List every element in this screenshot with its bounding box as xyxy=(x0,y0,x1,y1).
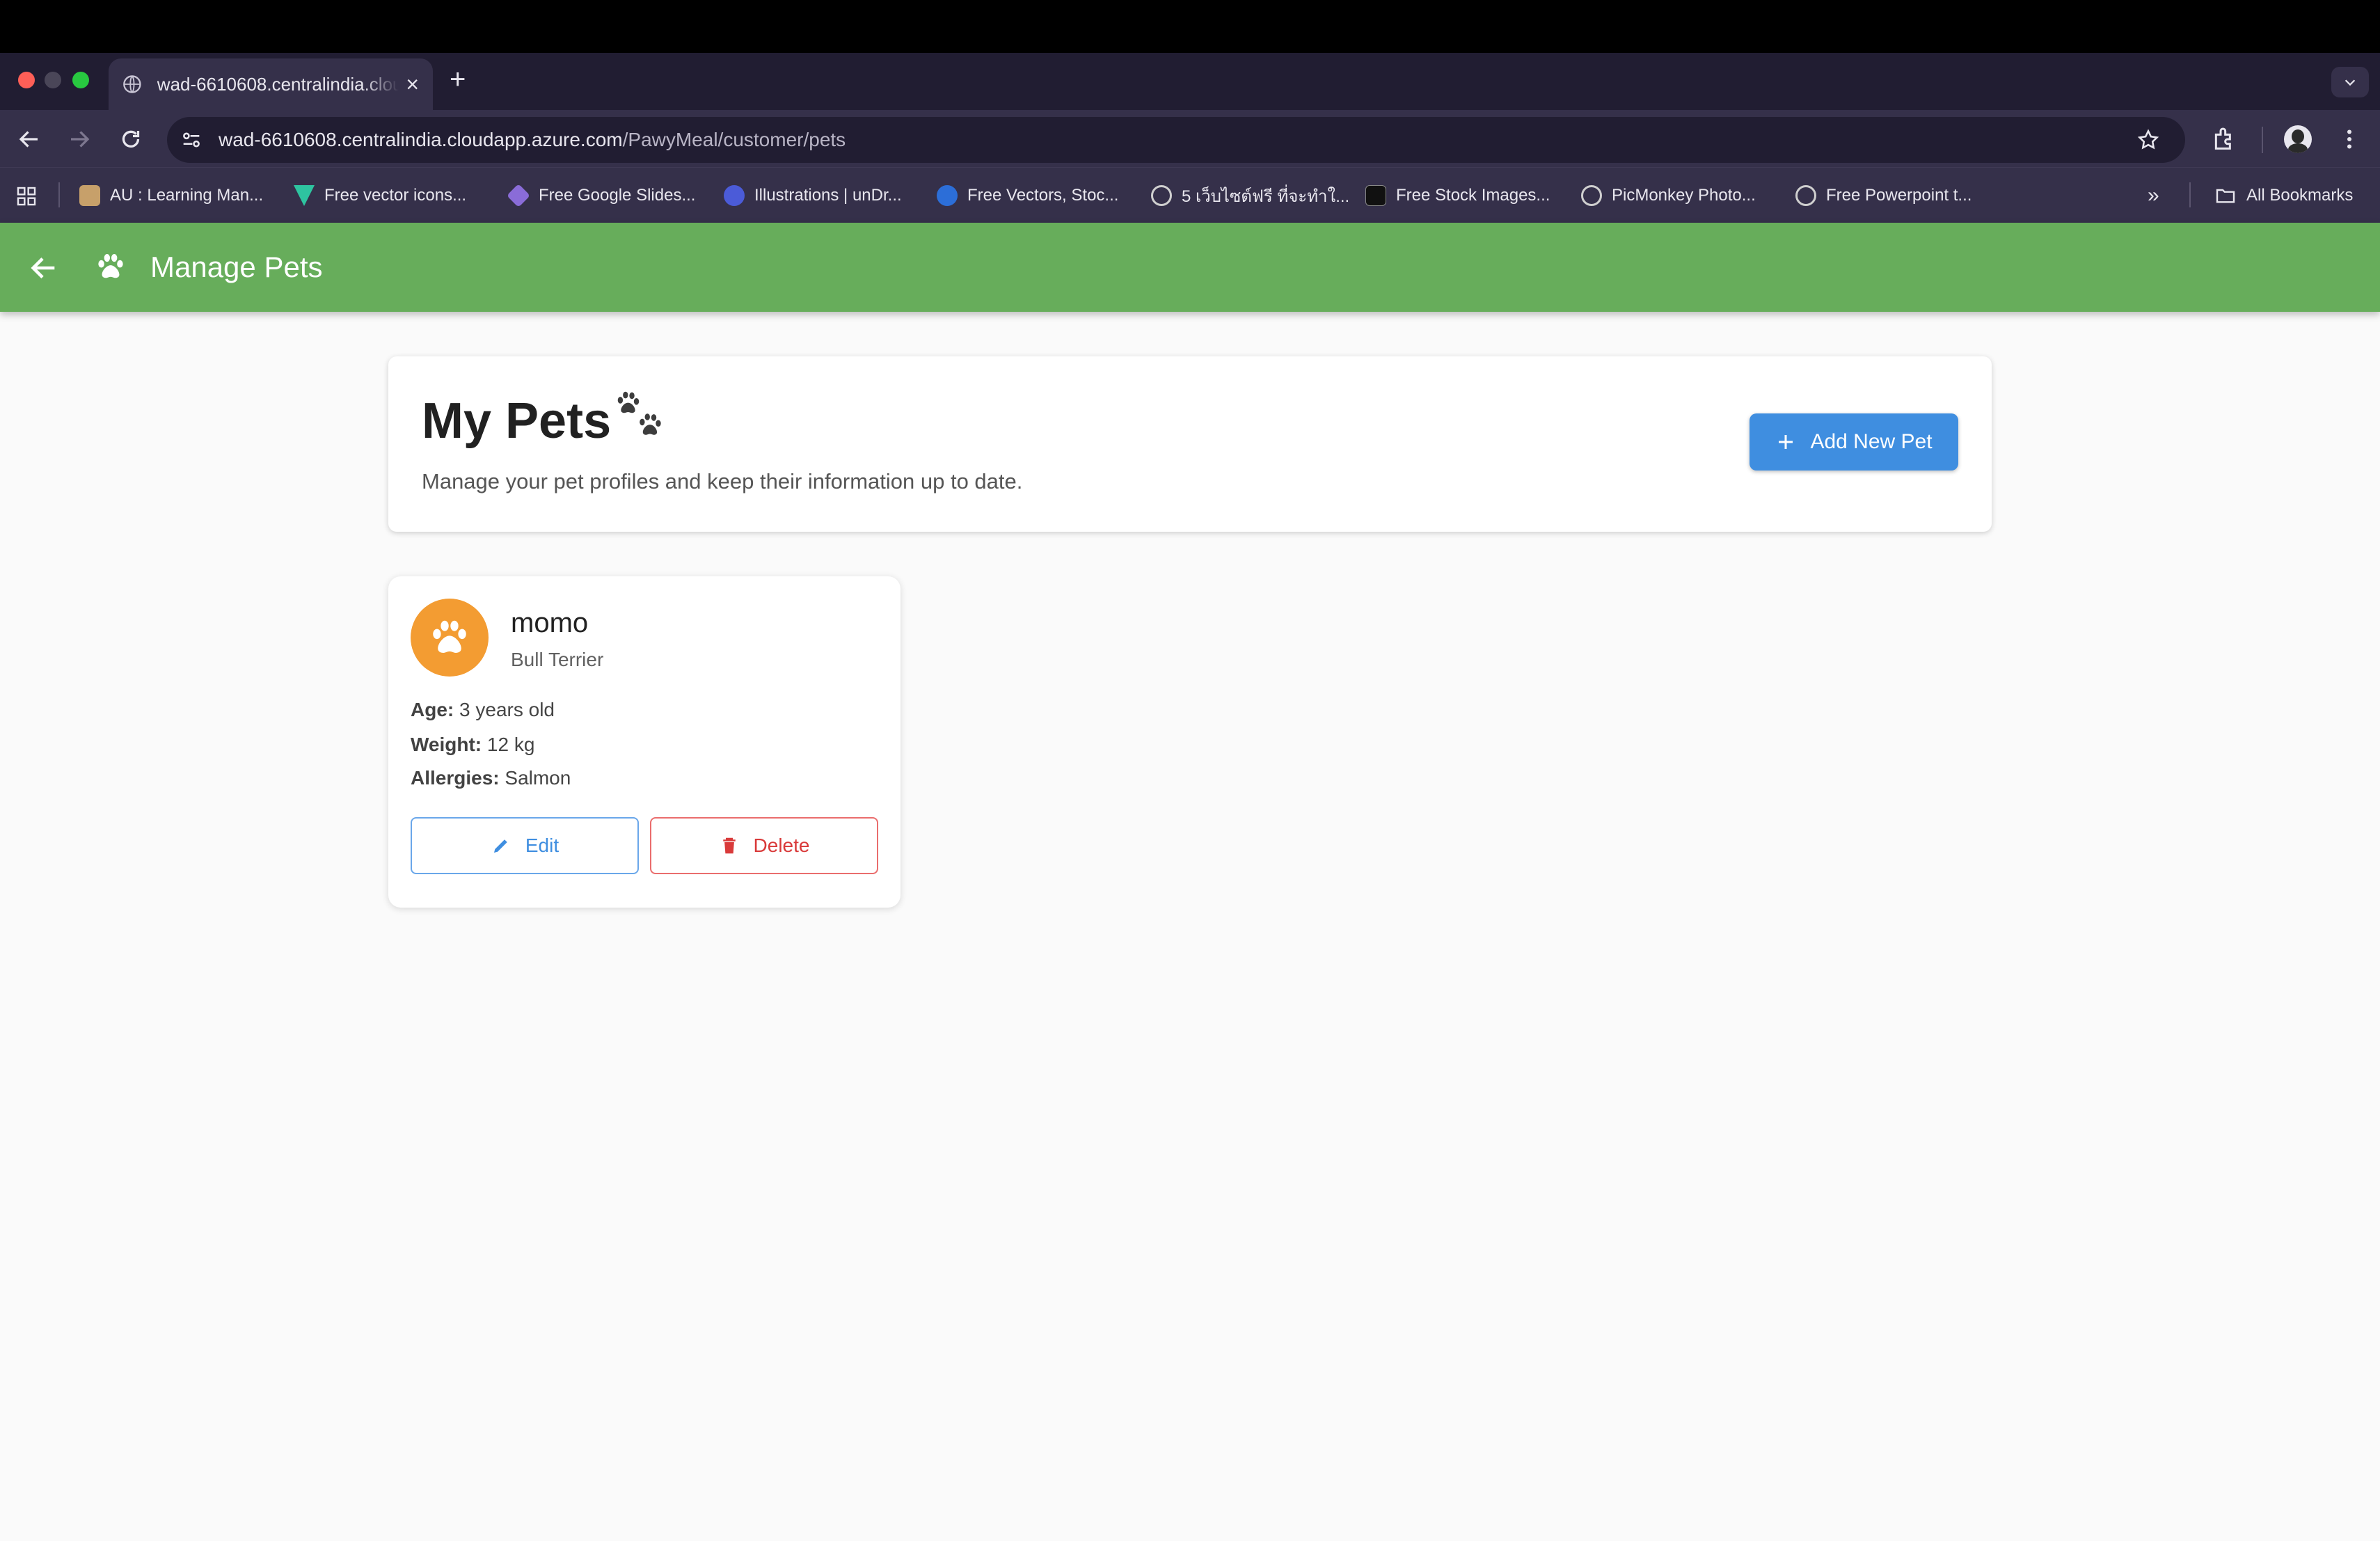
bookmark-favicon-icon xyxy=(507,184,530,207)
site-settings-icon[interactable] xyxy=(180,128,203,152)
bookmark-item[interactable]: AU : Learning Man... xyxy=(79,184,263,207)
toolbar-divider xyxy=(2262,127,2263,153)
address-bar[interactable]: wad-6610608.centralindia.cloudapp.azure.… xyxy=(167,117,2185,163)
pet-avatar xyxy=(411,599,489,677)
paw-icon xyxy=(433,620,466,653)
globe-icon xyxy=(1151,185,1172,206)
bookmarks-divider xyxy=(58,182,60,207)
url-text: wad-6610608.centralindia.cloudapp.azure.… xyxy=(219,129,846,150)
app-header xyxy=(0,223,2380,312)
paw-icon xyxy=(98,253,123,278)
tab-title: wad-6610608.centralindia.cloudapp.azure.… xyxy=(157,73,399,95)
bookmark-favicon-icon xyxy=(1365,185,1386,206)
page-header-card: My Pets Manage your pet profiles and kee… xyxy=(388,356,1992,532)
app-title: Manage Pets xyxy=(150,251,323,283)
back-arrow-icon[interactable] xyxy=(28,252,60,284)
page-subtitle: Manage your pet profiles and keep their … xyxy=(422,469,1023,493)
delete-pet-button[interactable]: Delete xyxy=(650,817,878,874)
extensions-icon[interactable] xyxy=(2210,125,2238,153)
trash-icon xyxy=(722,837,736,854)
pet-allergies-value: Salmon xyxy=(505,767,571,789)
plus-icon xyxy=(1779,435,1793,449)
pet-age-label: Age: xyxy=(411,699,454,720)
bookmark-star-icon[interactable] xyxy=(2136,128,2160,152)
page-title: My Pets xyxy=(422,393,612,449)
maximize-window-button[interactable] xyxy=(72,72,89,88)
pet-weight-value: 12 kg xyxy=(486,734,535,755)
folder-icon xyxy=(2216,189,2235,203)
bookmark-item[interactable]: 5 เว็บไซต์ฟรี ที่จะทำใ... xyxy=(1151,184,1349,207)
pet-card: momo Bull Terrier Age: 3 years old Weigh… xyxy=(388,576,901,908)
pet-allergies-row: Allergies: Salmon xyxy=(411,764,571,792)
bookmark-item[interactable]: PicMonkey Photo... xyxy=(1581,184,1756,207)
bookmark-item[interactable]: Free Powerpoint t... xyxy=(1795,184,1972,207)
pet-breed: Bull Terrier xyxy=(511,649,604,670)
paw-prints-icon xyxy=(617,391,661,435)
add-new-pet-button[interactable]: Add New Pet xyxy=(1750,413,1958,471)
browser-tab[interactable]: wad-6610608.centralindia.cloudapp.azure.… xyxy=(109,58,433,110)
forward-icon[interactable] xyxy=(67,127,92,152)
globe-icon xyxy=(123,75,141,93)
bookmark-item[interactable]: Free Stock Images... xyxy=(1365,184,1550,207)
close-window-button[interactable] xyxy=(18,72,35,88)
bookmark-item[interactable]: Free vector icons... xyxy=(294,184,466,207)
minimize-window-button[interactable] xyxy=(45,72,61,88)
bookmarks-overflow-icon[interactable]: » xyxy=(2148,184,2159,207)
bookmark-favicon-icon xyxy=(724,185,745,206)
close-tab-icon[interactable]: × xyxy=(406,72,419,97)
bookmarks-divider xyxy=(2189,182,2191,207)
pet-allergies-label: Allergies: xyxy=(411,767,500,789)
bookmark-favicon-icon xyxy=(937,185,958,206)
pet-weight-label: Weight: xyxy=(411,734,482,755)
chevron-down-icon xyxy=(2345,79,2356,86)
pet-age-row: Age: 3 years old xyxy=(411,696,555,724)
apps-grid-icon[interactable] xyxy=(15,185,38,207)
globe-icon xyxy=(1795,185,1816,206)
bookmark-item[interactable]: Free Vectors, Stoc... xyxy=(937,184,1118,207)
bookmark-favicon-icon xyxy=(79,185,100,206)
profile-avatar[interactable] xyxy=(2284,125,2312,153)
globe-icon xyxy=(1581,185,1602,206)
bookmark-favicon-icon xyxy=(294,185,315,206)
pet-name: momo xyxy=(511,608,589,638)
tab-search-button[interactable] xyxy=(2331,67,2369,97)
new-tab-button[interactable]: + xyxy=(450,64,466,95)
pet-age-value: 3 years old xyxy=(459,699,555,720)
bookmark-item[interactable]: Free Google Slides... xyxy=(507,184,695,207)
pet-weight-row: Weight: 12 kg xyxy=(411,731,534,759)
screen-top-bar xyxy=(0,0,2380,53)
more-menu-icon[interactable] xyxy=(2337,125,2362,153)
bookmark-item[interactable]: Illustrations | unDr... xyxy=(724,184,902,207)
pencil-icon xyxy=(493,839,507,853)
edit-pet-button[interactable]: Edit xyxy=(411,817,639,874)
reload-icon[interactable] xyxy=(118,127,143,152)
all-bookmarks-button[interactable]: All Bookmarks xyxy=(2214,184,2353,207)
back-icon[interactable] xyxy=(17,127,42,152)
